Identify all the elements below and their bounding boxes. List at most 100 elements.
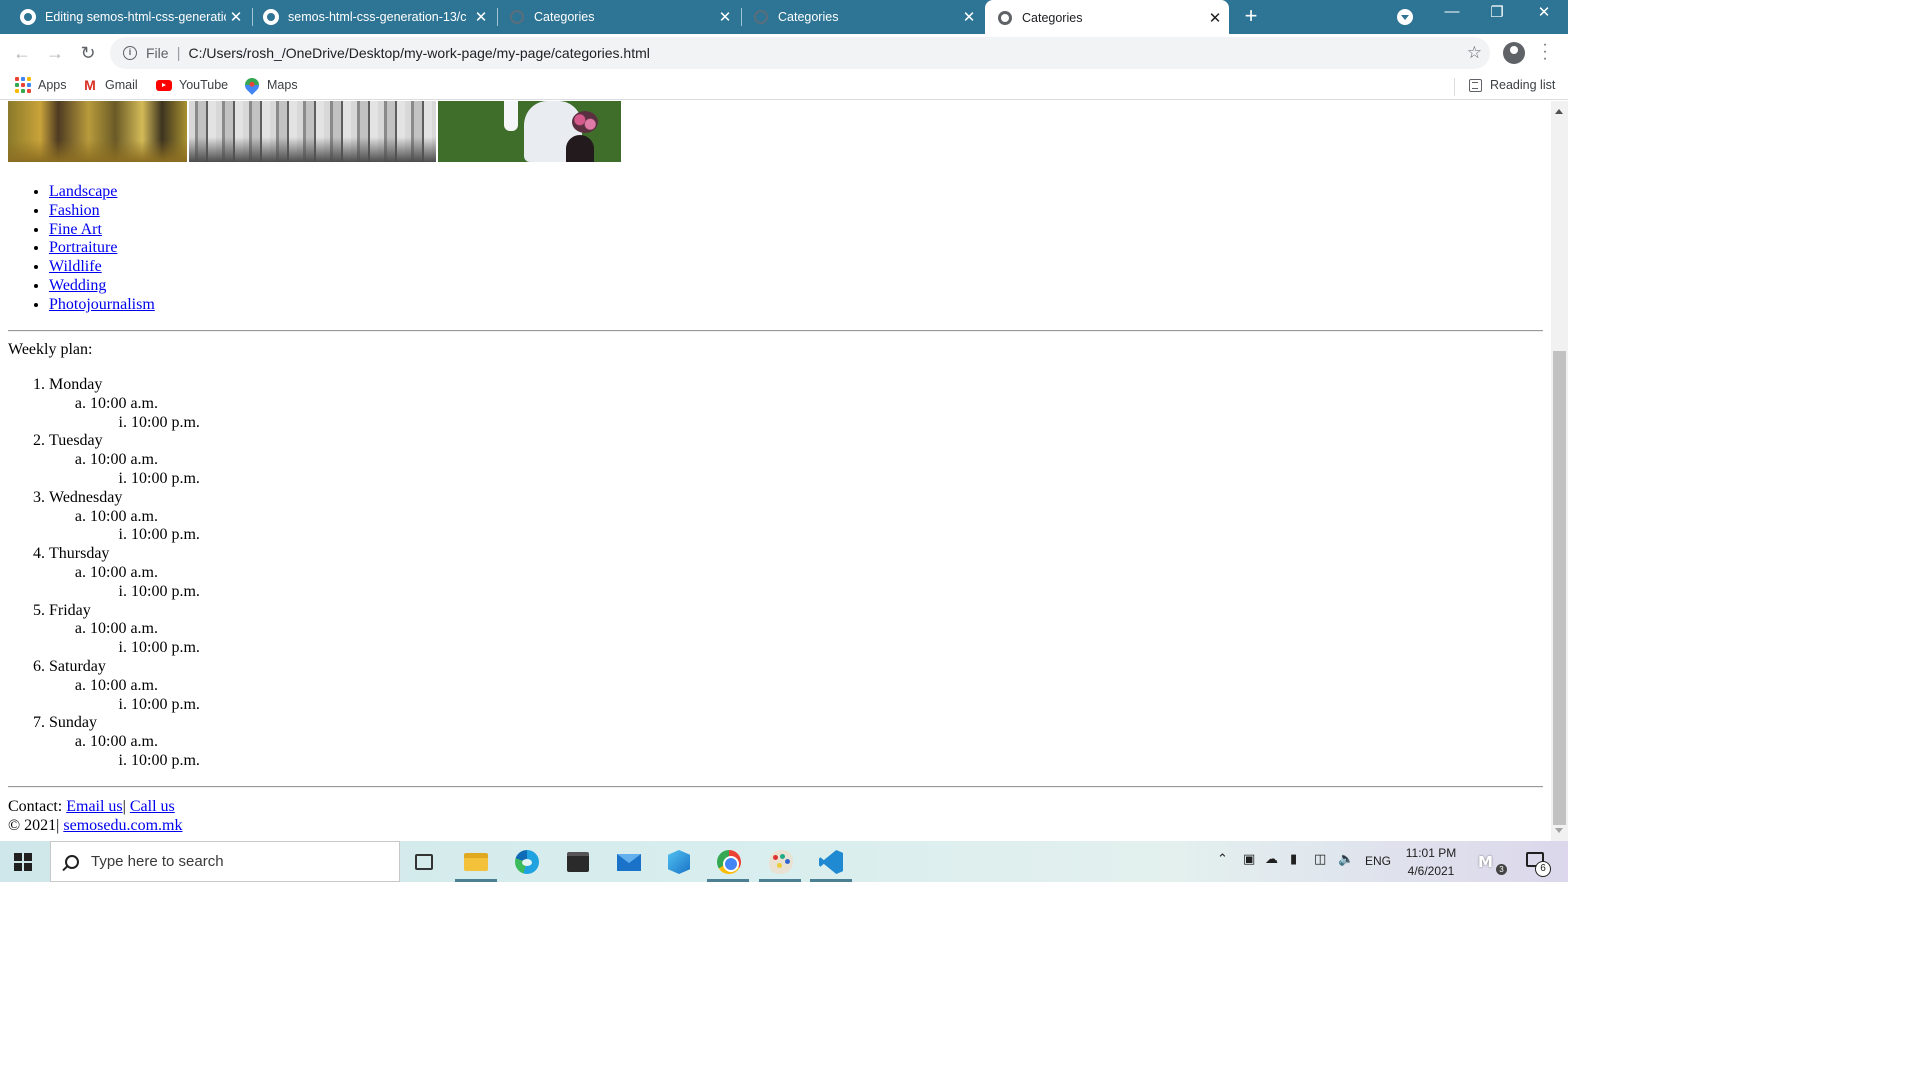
azure-data-studio-icon[interactable]: [666, 849, 692, 875]
tab-close-icon[interactable]: ✕: [1205, 9, 1225, 27]
restore-button[interactable]: ❐: [1477, 3, 1517, 21]
copyright-text: © 2021|: [8, 817, 60, 834]
show-hidden-icons-icon[interactable]: ⌃: [1217, 852, 1228, 867]
list-item: Fashion: [49, 202, 155, 221]
scheme-label: File: [146, 45, 169, 61]
category-link-wildlife[interactable]: Wildlife: [49, 258, 102, 275]
day-item: Saturday 10:00 a.m. 10:00 p.m.: [49, 658, 200, 714]
bookmark-gmail[interactable]: M Gmail: [82, 77, 138, 93]
system-clock[interactable]: 11:01 PM 4/6/2021: [1398, 844, 1464, 880]
category-link-landscape[interactable]: Landscape: [49, 183, 117, 200]
account-icon[interactable]: [1503, 42, 1525, 64]
day-name: Thursday: [49, 545, 110, 563]
language-indicator[interactable]: ENG: [1365, 854, 1391, 868]
menu-icon[interactable]: · · ·: [1538, 37, 1552, 67]
tab-close-icon[interactable]: ✕: [471, 8, 491, 26]
day-name: Sunday: [49, 714, 97, 732]
file-explorer-icon[interactable]: [463, 849, 489, 875]
tab-close-icon[interactable]: ✕: [959, 8, 979, 26]
new-tab-button[interactable]: +: [1240, 5, 1262, 29]
day-name: Monday: [49, 376, 103, 393]
reading-list-icon: [1467, 77, 1483, 93]
time-item: 10:00 a.m. 10:00 p.m.: [90, 451, 200, 489]
vscode-icon[interactable]: [818, 849, 844, 875]
bookmark-apps[interactable]: Apps: [15, 77, 67, 93]
notification-count: 6: [1535, 861, 1551, 877]
globe-icon: [753, 9, 769, 25]
bookmark-youtube[interactable]: YouTube: [156, 77, 228, 93]
minimize-button[interactable]: —: [1432, 3, 1472, 20]
category-link-portraiture[interactable]: Portraiture: [49, 239, 117, 256]
bookmark-label: Apps: [38, 78, 67, 92]
clock-date: 4/6/2021: [1407, 864, 1455, 878]
scroll-down-icon[interactable]: [1555, 828, 1563, 833]
tab-4[interactable]: Categories ✕: [733, 0, 983, 34]
morning-time: 10:00 a.m.: [90, 507, 158, 525]
list-item: Portraiture: [49, 239, 155, 258]
tab-title: Categories: [534, 10, 595, 24]
url-text[interactable]: C:/Users/rosh_/OneDrive/Desktop/my-work-…: [188, 45, 649, 61]
time-item: 10:00 a.m. 10:00 p.m.: [90, 620, 200, 658]
network-icon[interactable]: ◫: [1314, 852, 1326, 867]
address-divider: |: [176, 44, 181, 62]
gmail-icon: M: [84, 77, 96, 93]
wedding-photo: [438, 101, 621, 162]
scroll-thumb[interactable]: [1553, 351, 1566, 825]
tab-3[interactable]: Categories ✕: [489, 0, 739, 34]
reading-list-button[interactable]: Reading list: [1467, 77, 1555, 93]
back-button[interactable]: ←: [10, 42, 34, 64]
address-bar[interactable]: i File | C:/Users/rosh_/OneDrive/Desktop…: [110, 37, 1490, 69]
evening-time: 10:00 p.m.: [131, 639, 200, 658]
evening-time: 10:00 p.m.: [131, 752, 200, 771]
meet-now-icon[interactable]: ▣: [1243, 852, 1255, 867]
task-view-icon[interactable]: [411, 849, 437, 875]
onedrive-icon[interactable]: ☁: [1265, 852, 1278, 867]
tab-2[interactable]: semos-html-css-generation-13/c ✕: [243, 0, 495, 34]
active-indicator: [810, 879, 852, 882]
day-name: Friday: [49, 601, 91, 619]
site-link[interactable]: semosedu.com.mk: [63, 817, 182, 834]
tab-5-active[interactable]: Categories ✕: [985, 0, 1229, 36]
tab-strip: Editing semos-html-css-generatio ✕ semos…: [0, 0, 1568, 36]
mail-icon[interactable]: [616, 849, 642, 875]
category-link-fine-art[interactable]: Fine Art: [49, 221, 102, 238]
clock-time: 11:01 PM: [1405, 846, 1457, 860]
forward-button[interactable]: →: [43, 42, 67, 64]
forest-photo: [189, 101, 436, 162]
call-link[interactable]: Call us: [130, 798, 175, 815]
evening-time: 10:00 p.m.: [131, 470, 200, 489]
edge-icon[interactable]: [514, 849, 540, 875]
volume-icon[interactable]: 🔈: [1338, 852, 1354, 867]
contact-line: Contact: Email us| Call us: [8, 797, 182, 816]
tab-search-icon[interactable]: [1397, 9, 1413, 25]
bookmark-label: Gmail: [105, 78, 138, 92]
page-footer: Contact: Email us| Call us © 2021| semos…: [8, 797, 182, 835]
active-indicator: [455, 879, 497, 882]
chrome-icon[interactable]: [716, 849, 742, 875]
windows-start-icon[interactable]: [14, 853, 32, 871]
scroll-up-icon[interactable]: [1555, 109, 1563, 114]
day-name: Saturday: [49, 657, 106, 675]
list-item: Photojournalism: [49, 296, 155, 315]
bookmark-star-icon[interactable]: ☆: [1467, 43, 1482, 63]
bookmark-maps[interactable]: Maps: [242, 75, 298, 95]
category-link-fashion[interactable]: Fashion: [49, 202, 100, 219]
battery-icon[interactable]: ▮: [1290, 852, 1297, 867]
active-indicator: [707, 879, 749, 882]
morning-time: 10:00 a.m.: [90, 620, 158, 638]
category-link-photojournalism[interactable]: Photojournalism: [49, 296, 155, 313]
time-item: 10:00 a.m. 10:00 p.m.: [90, 677, 200, 715]
store-icon[interactable]: [565, 849, 591, 875]
email-link[interactable]: Email us: [66, 798, 122, 815]
info-icon[interactable]: i: [123, 46, 137, 60]
active-indicator: [759, 879, 801, 882]
paint-icon[interactable]: [768, 849, 794, 875]
vertical-scrollbar[interactable]: [1551, 101, 1568, 841]
tab-close-icon[interactable]: ✕: [715, 8, 735, 26]
category-link-wedding[interactable]: Wedding: [49, 277, 106, 294]
reload-button[interactable]: ↻: [76, 42, 100, 64]
close-window-button[interactable]: ✕: [1524, 3, 1564, 21]
list-item: Fine Art: [49, 221, 155, 240]
taskbar-search[interactable]: Type here to search: [50, 841, 400, 882]
tab-1[interactable]: Editing semos-html-css-generatio ✕: [0, 0, 250, 34]
